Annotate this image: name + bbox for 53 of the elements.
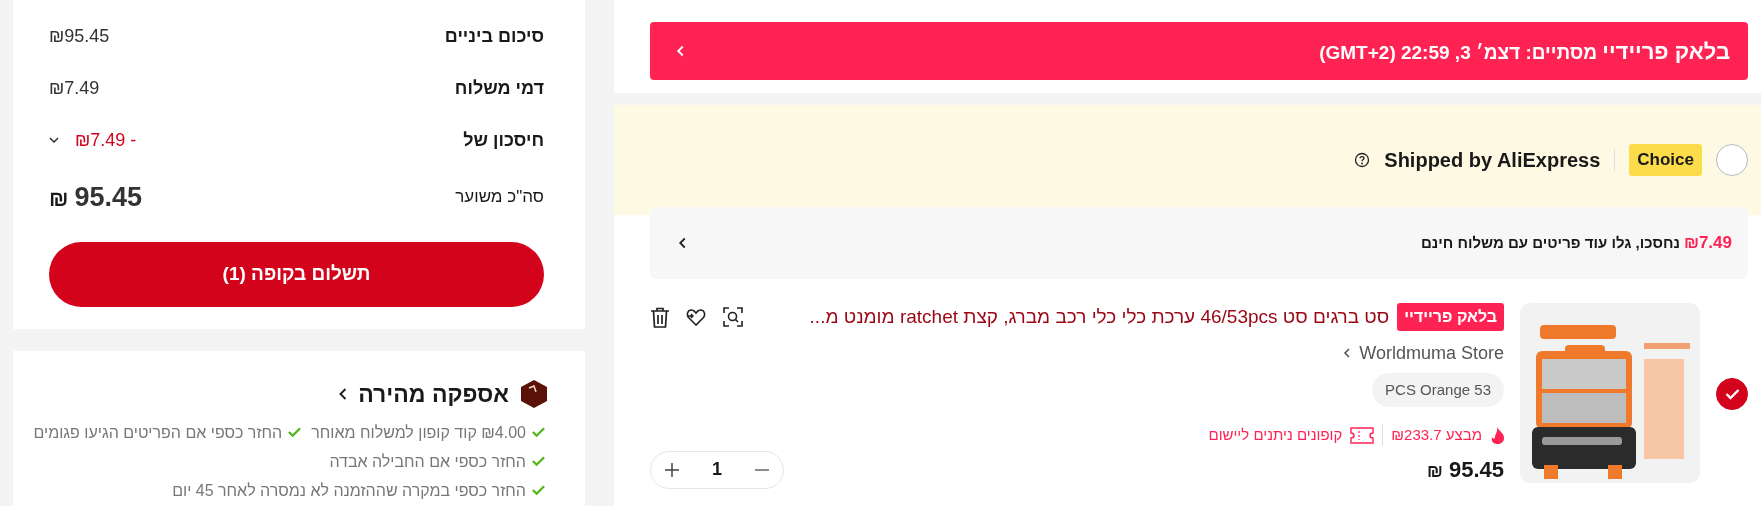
sale-badge: בלאק פריידיי xyxy=(1397,303,1504,332)
promo-banner[interactable]: בלאק פריידיי מסתיים: דצמ׳ 3, 22:59 (GMT+2) xyxy=(650,22,1748,80)
total-label: סה"כ משוער xyxy=(455,186,544,209)
shipped-by-label: Shipped by AliExpress xyxy=(1384,148,1601,173)
caret-icon[interactable] xyxy=(49,137,59,143)
check-icon xyxy=(532,484,545,496)
free-shipping-text: נחסכו, גלו עוד פריטים עם משלוח חינם xyxy=(1420,232,1680,253)
check-icon xyxy=(1724,388,1740,400)
banner-text: בלאק פריידיי מסתיים: דצמ׳ 3, 22:59 (GMT+2) xyxy=(1319,37,1730,66)
scan-search-icon xyxy=(723,307,743,328)
checkbox[interactable] xyxy=(1716,144,1748,176)
heart-icon xyxy=(686,307,707,328)
flame-icon xyxy=(1490,426,1504,444)
benefit-text: ₪4.00 קוד קופון למשלוח מאוחר xyxy=(311,422,526,443)
ticket-icon xyxy=(1350,426,1375,444)
summary-label: חיסכון של xyxy=(463,128,544,152)
item-price: 95.45 xyxy=(1448,456,1504,484)
quantity-value: 1 xyxy=(712,458,722,481)
box-icon xyxy=(519,379,549,410)
benefit-text: החזר כספי אם הפריטים הגיעו פגומים xyxy=(33,422,283,443)
product-title[interactable]: סט ברגים סט 46/53pcs ערכת כלי כלי רכב מברג, קצת ratchet מומנט מ... xyxy=(809,303,1390,332)
sale-price: מבצע ₪233.7 xyxy=(1391,425,1482,445)
delivery-title: אספקה מהירה xyxy=(358,380,509,409)
trash-icon xyxy=(650,306,670,328)
check-icon xyxy=(532,455,545,467)
benefit-text: החזר כספי אם החבילה אבדה xyxy=(329,451,526,472)
summary-value: - ₪7.49 xyxy=(75,128,137,152)
summary-label: סיכום ביניים xyxy=(444,24,544,48)
saved-amount: ₪7.49 xyxy=(1683,232,1732,255)
choice-badge: Choice xyxy=(1629,144,1702,176)
checkbox[interactable] xyxy=(1716,378,1748,410)
checkout-button[interactable]: תשלום בקופה (1) xyxy=(49,242,544,307)
minus-icon xyxy=(755,468,769,471)
delete-button[interactable] xyxy=(650,306,670,328)
currency-symbol: ₪ xyxy=(1427,460,1443,483)
currency-symbol: ₪ xyxy=(49,184,69,213)
variant-chip[interactable]: PCS Orange 53 xyxy=(1372,372,1504,407)
chevron-icon[interactable] xyxy=(1343,346,1352,360)
total-price: 95.45 xyxy=(74,180,143,214)
benefit-text: החזר כספי במקרה שההזמנה לא נמסרה לאחר 45 יום xyxy=(172,480,526,501)
chevron-icon[interactable] xyxy=(338,387,349,402)
summary-label: דמי משלוח xyxy=(454,76,544,100)
summary-value: ₪7.49 xyxy=(49,76,100,100)
check-icon xyxy=(532,426,545,438)
summary-value: ₪95.45 xyxy=(49,24,110,48)
help-icon[interactable] xyxy=(1354,152,1371,168)
check-icon xyxy=(288,426,302,438)
plus-icon xyxy=(665,462,679,477)
find-similar-button[interactable] xyxy=(723,307,743,328)
chevron-icon[interactable] xyxy=(678,236,687,250)
store-name[interactable]: Worldmuma Store xyxy=(1359,339,1504,367)
coupons-link[interactable]: קופונים ניתנים ליישום xyxy=(1208,424,1343,447)
wishlist-button[interactable] xyxy=(686,307,707,328)
